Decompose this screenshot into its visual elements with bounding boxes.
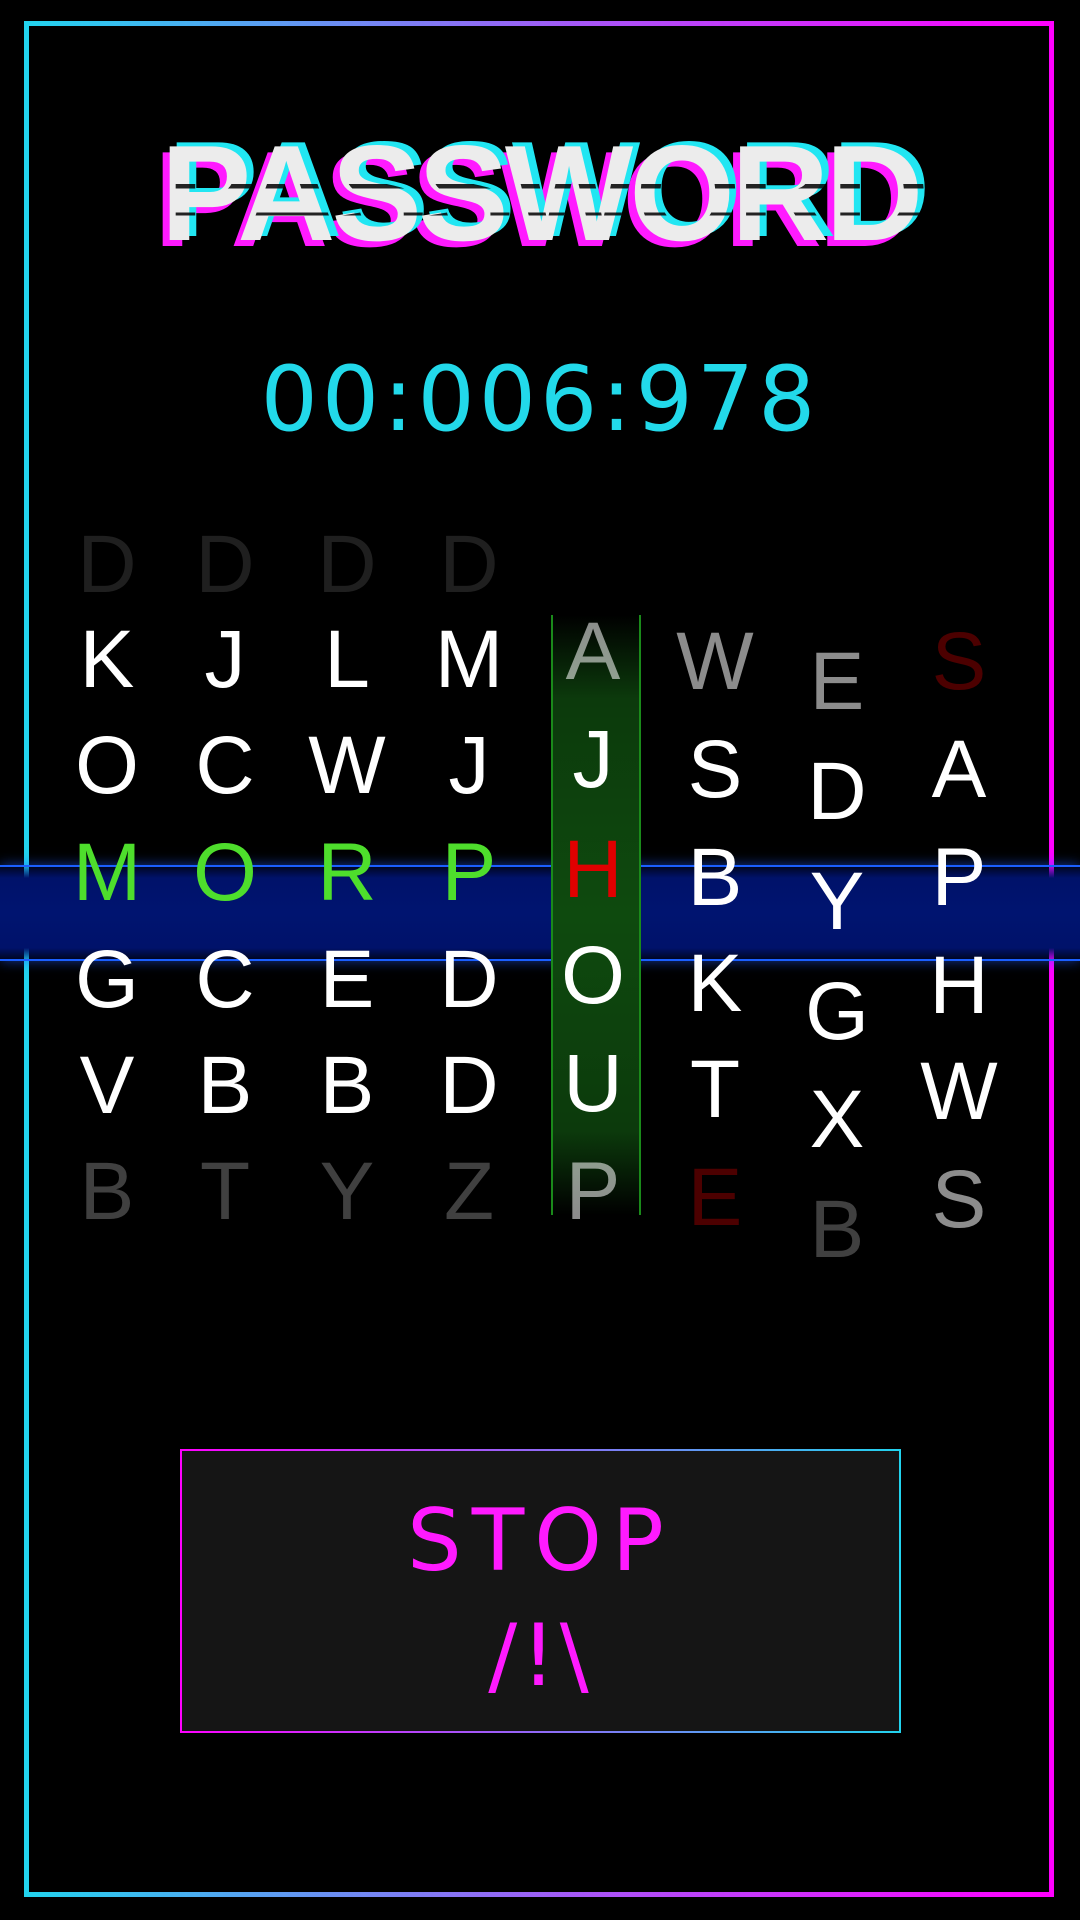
reel-letter: S: [687, 724, 743, 815]
reel-letter: B: [79, 1146, 135, 1237]
reel-letter: D: [439, 519, 499, 610]
reel-letter: W: [308, 720, 386, 811]
elapsed-timer: 00:006:978: [260, 347, 820, 452]
reel-letter: E: [687, 1152, 743, 1243]
reel-letter: W: [676, 616, 754, 707]
reel-letter: V: [79, 1040, 135, 1131]
letter-reels: DKOMGVBDJCOCBTDLWREBYDMJPDDZAJHOUPWSBKTE…: [0, 520, 1080, 1275]
reel-letter: P: [441, 827, 497, 918]
reel-letter: Z: [443, 1146, 495, 1237]
reel-letter: O: [561, 930, 625, 1021]
reel-6: WSBKTE: [660, 575, 770, 1265]
reel-letter: Y: [809, 856, 865, 947]
reel-letter: P: [565, 1146, 621, 1237]
reel-letter: G: [75, 934, 139, 1025]
reel-letter: K: [687, 938, 743, 1029]
reel-letter: J: [448, 720, 490, 811]
reel-letter: T: [199, 1146, 251, 1237]
reel-letter: J: [572, 714, 614, 805]
title-text: PASSWORD: [160, 117, 924, 269]
reel-letter: M: [72, 827, 142, 918]
reel-letter: Y: [319, 1146, 375, 1237]
reel-letter: A: [931, 724, 987, 815]
reel-letter: D: [317, 519, 377, 610]
reel-letter: H: [563, 824, 623, 915]
reel-letter: D: [195, 519, 255, 610]
reel-letter: D: [807, 746, 867, 837]
reel-3: DLWREBY: [292, 520, 402, 1265]
reel-letter: B: [319, 1040, 375, 1131]
reel-letter: D: [77, 519, 137, 610]
reel-letter: H: [929, 940, 989, 1031]
reel-letter: E: [319, 934, 375, 1025]
reel-letter: E: [809, 636, 865, 727]
reel-2: DJCOCBT: [170, 520, 280, 1265]
reel-letter: C: [195, 720, 255, 811]
reel-letter: R: [317, 827, 377, 918]
reel-letter: P: [931, 832, 987, 923]
reel-letter: G: [805, 966, 869, 1057]
reel-letter: S: [931, 616, 987, 707]
reel-letter: W: [920, 1046, 998, 1137]
reel-letter: K: [79, 614, 135, 705]
reel-letter: S: [931, 1154, 987, 1245]
reel-letter: B: [809, 1184, 865, 1275]
reel-letter: A: [565, 606, 621, 697]
page-title: PASSWORD PASSWORD PASSWORD PASSWORD: [0, 114, 1080, 274]
reel-8: SAPHWS: [904, 575, 1014, 1265]
stop-button-label: STOP: [407, 1491, 674, 1591]
reel-1: DKOMGVB: [52, 520, 162, 1265]
reel-letter: X: [809, 1074, 865, 1165]
reel-letter: T: [689, 1044, 741, 1135]
reel-letter: C: [195, 934, 255, 1025]
reel-letter: M: [434, 614, 504, 705]
reel-letter: B: [687, 832, 743, 923]
reel-letter: J: [204, 614, 246, 705]
reel-letter: O: [193, 827, 257, 918]
stop-button[interactable]: STOP /!\: [180, 1449, 901, 1733]
reel-7: EDYGXB: [782, 575, 892, 1275]
reel-letter: L: [324, 614, 370, 705]
reel-letter: O: [75, 720, 139, 811]
reel-letter: U: [563, 1038, 623, 1129]
reel-4: DMJPDDZ: [414, 520, 524, 1265]
warning-icon: /!\: [488, 1606, 593, 1706]
reel-5: AJHOUP: [538, 575, 648, 1265]
reel-letter: D: [439, 1040, 499, 1131]
reel-letter: B: [197, 1040, 253, 1131]
reel-letter: D: [439, 934, 499, 1025]
